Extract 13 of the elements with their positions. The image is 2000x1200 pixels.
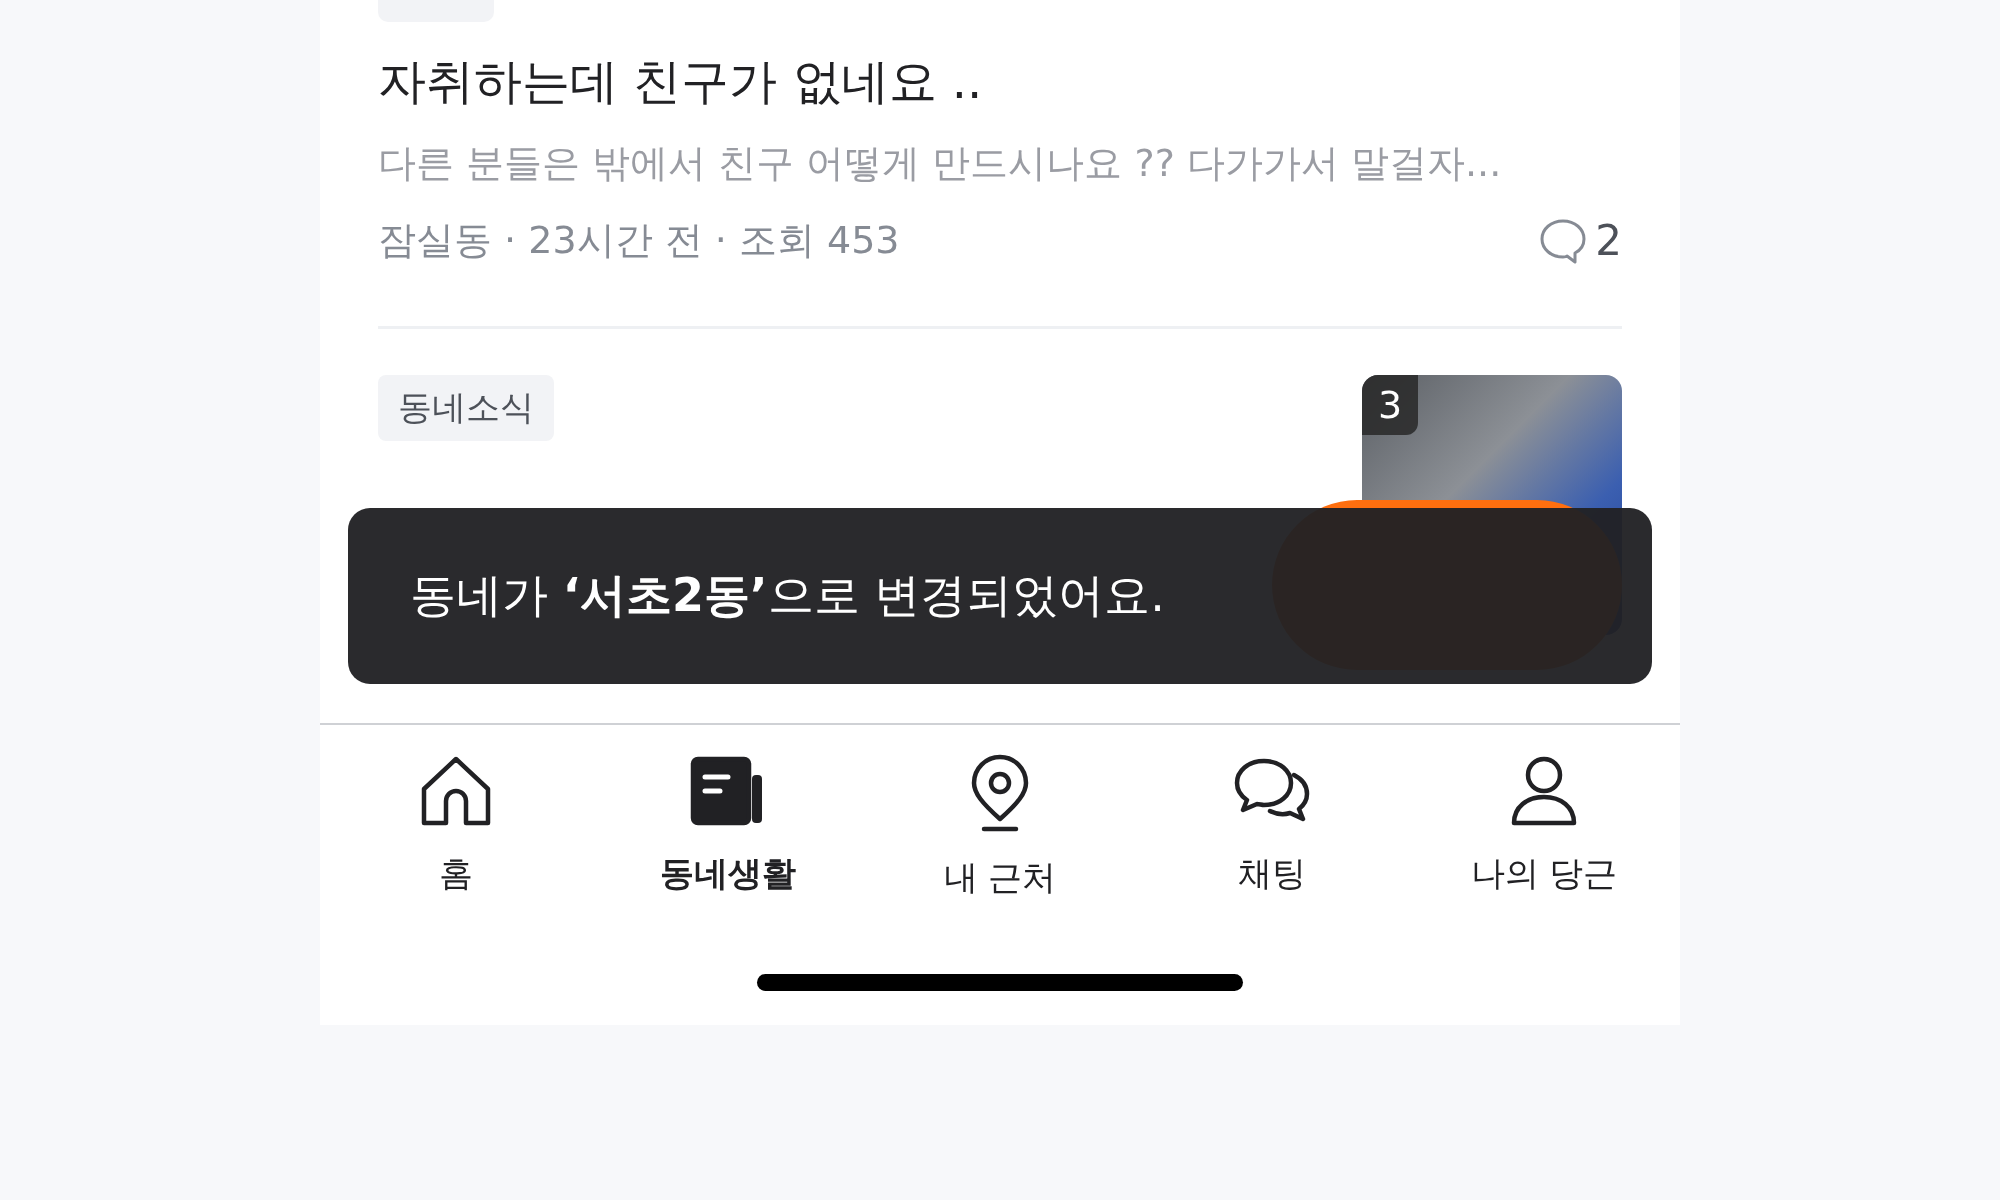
tab-item[interactable]: 나의 당근 [1408,753,1680,901]
tab-item[interactable]: 채팅 [1136,753,1408,901]
image-count: 3 [1362,375,1419,435]
toast-message: 동네가 ‘서초2동’으로 변경되었어요. [410,567,1165,624]
tab-item[interactable]: 내 근처 [864,753,1136,901]
category-tag: 동네소식 [378,375,554,441]
post-meta: 잠실동 · 23시간 전 · 조회 453 [378,217,900,264]
tab-item[interactable]: 홈 [320,753,592,901]
post-title[interactable]: 자취하는데 친구가 없네요 .. [378,50,1622,114]
post-preview: 다른 분들은 밖에서 친구 어떻게 만드시나요 ?? 다가가서 말걸자... [378,140,1503,187]
comment-count: 2 [1595,216,1622,265]
comment-icon [1539,217,1588,264]
tab-item[interactable]: 동네생활 [592,753,864,901]
